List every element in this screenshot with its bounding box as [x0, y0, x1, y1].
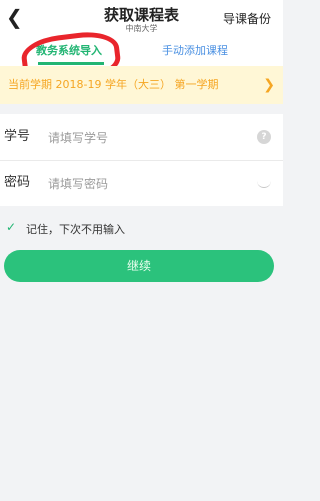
backup-button[interactable]: 导课备份	[223, 10, 271, 27]
tab-manual-add[interactable]: 手动添加课程	[162, 41, 228, 61]
chevron-right-icon: ❯	[263, 77, 275, 93]
password-row: 密码	[0, 160, 283, 206]
student-id-input[interactable]	[46, 126, 250, 150]
help-icon[interactable]: ?	[257, 130, 271, 144]
semester-notice-banner[interactable]: 当前学期 2018-19 学年（大三） 第一学期 ❯	[0, 66, 283, 104]
student-id-row: 学号 ?	[0, 114, 283, 161]
eye-closed-icon[interactable]	[257, 181, 271, 188]
check-icon[interactable]: ✓	[6, 220, 16, 234]
continue-button[interactable]: 继续	[4, 250, 274, 282]
semester-notice-text: 当前学期 2018-19 学年（大三） 第一学期	[8, 78, 219, 91]
password-label: 密码	[4, 175, 31, 190]
student-id-label: 学号	[4, 129, 31, 144]
remember-me-checkbox[interactable]: ✓ 记住，下次不用输入	[0, 218, 283, 238]
password-input[interactable]	[46, 172, 250, 196]
remember-me-label: 记住，下次不用输入	[26, 223, 125, 236]
login-form: 学号 ? 密码	[0, 114, 283, 206]
